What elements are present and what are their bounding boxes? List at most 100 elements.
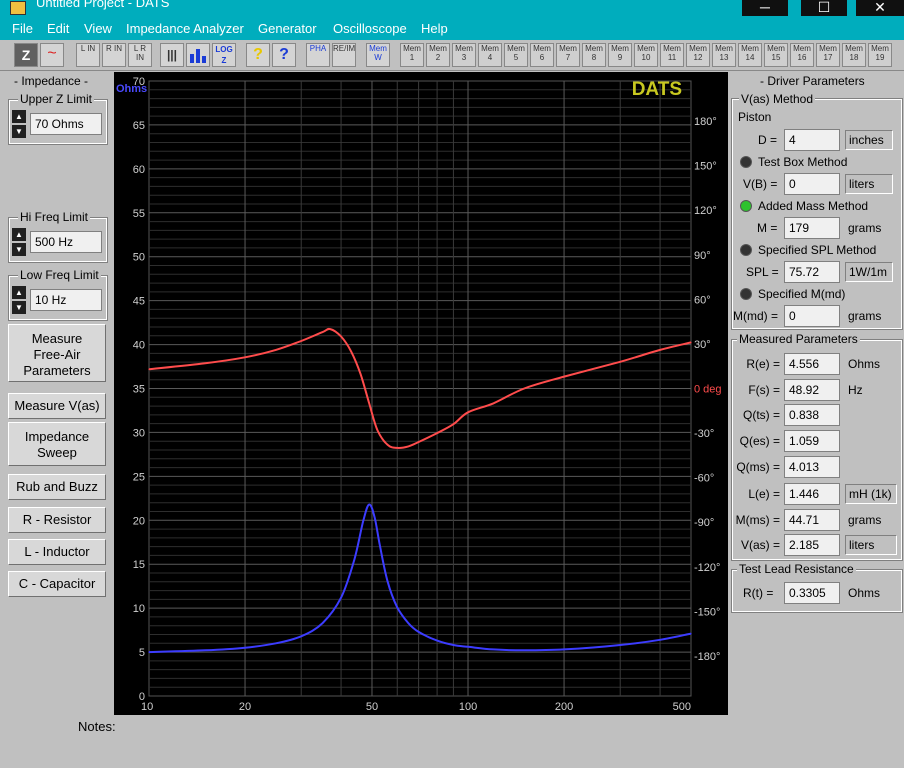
mem-slot-button[interactable]: Mem 12 [686, 43, 710, 67]
menu-oscilloscope[interactable]: Oscilloscope [333, 21, 407, 36]
impedance-sweep-button[interactable]: Impedance Sweep [8, 422, 106, 466]
inductor-button[interactable]: L - Inductor [8, 539, 106, 565]
low-freq-up-icon[interactable]: ▲ [12, 286, 26, 299]
resistor-button[interactable]: R - Resistor [8, 507, 106, 533]
phase-button[interactable]: PHA [306, 43, 330, 67]
impedance-chart: 0 5 10 15 20 25 30 35 40 45 50 55 60 65 70 Ohms 180° 150°… [114, 72, 728, 715]
mem-slot-button[interactable]: Mem 17 [816, 43, 840, 67]
mem-slot-button[interactable]: Mem 19 [868, 43, 892, 67]
close-button[interactable]: ✕ [856, 0, 904, 16]
phase-point [418, 441, 420, 443]
param-value[interactable]: 48.92 [784, 379, 840, 401]
chart-svg: 0510152025303540455055606570Ohms180°150°… [116, 76, 722, 713]
param-unit: mH (1k) [845, 484, 897, 504]
param-value[interactable]: 4.013 [784, 456, 840, 478]
phase-point [436, 432, 438, 434]
stereo-input-button[interactable]: L R IN [128, 43, 152, 67]
menu-view[interactable]: View [84, 21, 112, 36]
upper-z-field[interactable]: 70 Ohms [30, 113, 102, 135]
param-value[interactable]: 4.556 [784, 353, 840, 375]
menu-impedance-analyzer[interactable]: Impedance Analyzer [126, 21, 244, 36]
y-right-tick-label: -120° [694, 562, 720, 574]
rt-field[interactable]: 0.3305 [784, 582, 840, 604]
mmd-field[interactable]: 0 [784, 305, 840, 327]
mem-slot-button[interactable]: Mem 10 [634, 43, 658, 67]
phase-point [376, 429, 379, 431]
param-value[interactable]: 0.838 [784, 404, 840, 426]
mem-slot-button[interactable]: Mem 14 [738, 43, 762, 67]
impedance-point [523, 649, 525, 651]
phase-point [329, 328, 331, 330]
param-unit: grams [848, 513, 882, 527]
mem-slot-button[interactable]: Mem 3 [452, 43, 476, 67]
impedance-mode-button[interactable]: Z [14, 43, 38, 67]
left-input-button[interactable]: L IN [76, 43, 100, 67]
menu-file[interactable]: File [12, 21, 33, 36]
mem-slot-button[interactable]: Mem 18 [842, 43, 866, 67]
hi-freq-label: Hi Freq Limit [18, 210, 91, 224]
rub-and-buzz-button[interactable]: Rub and Buzz [8, 474, 106, 500]
spl-field[interactable]: 75.72 [784, 261, 840, 283]
help-icon[interactable]: ? [272, 43, 296, 67]
measure-free-air-button[interactable]: Measure Free-Air Parameters [8, 324, 106, 382]
param-value[interactable]: 44.71 [784, 509, 840, 531]
mem-slot-button[interactable]: Mem 9 [608, 43, 632, 67]
measure-vas-button[interactable]: Measure V(as) [8, 393, 106, 419]
low-freq-down-icon[interactable]: ▼ [12, 301, 26, 314]
capacitor-button[interactable]: C - Capacitor [8, 571, 106, 597]
spl-method-radio[interactable] [740, 244, 752, 256]
mem-slot-number: 1 [409, 53, 415, 62]
hi-freq-field[interactable]: 500 Hz [30, 231, 102, 253]
impedance-point [396, 606, 398, 608]
x-tick-label: 20 [239, 701, 251, 713]
phase-point [563, 376, 565, 378]
mmd-method-radio[interactable] [740, 288, 752, 300]
hi-freq-down-icon[interactable]: ▼ [12, 243, 26, 256]
bar-graph-button[interactable] [186, 43, 210, 67]
phase-point [467, 411, 469, 413]
menu-edit[interactable]: Edit [47, 21, 69, 36]
measured-parameters-header: Measured Parameters [737, 332, 860, 346]
param-label: V(as) = [740, 538, 780, 552]
minimize-button[interactable]: ─ [742, 0, 788, 16]
maximize-button[interactable]: ☐ [801, 0, 847, 16]
param-value[interactable]: 1.446 [784, 483, 840, 505]
vb-field[interactable]: 0 [784, 173, 840, 195]
re-im-button[interactable]: RE/IM [332, 43, 356, 67]
grid-lines-button[interactable]: ||| [160, 43, 184, 67]
mem-slot-button[interactable]: Mem 1 [400, 43, 424, 67]
mem-slot-button[interactable]: Mem 16 [790, 43, 814, 67]
mem-write-button[interactable]: Mem W [366, 43, 390, 67]
param-value[interactable]: 1.059 [784, 430, 840, 452]
mem-slot-button[interactable]: Mem 7 [556, 43, 580, 67]
mem-slot-button[interactable]: Mem 6 [530, 43, 554, 67]
log-z-button[interactable]: LOG Z [212, 43, 236, 67]
hi-freq-up-icon[interactable]: ▲ [12, 228, 26, 241]
param-value[interactable]: 2.185 [784, 534, 840, 556]
menu-generator[interactable]: Generator [258, 21, 317, 36]
d-field[interactable]: 4 [784, 129, 840, 151]
upper-z-down-icon[interactable]: ▼ [12, 125, 26, 138]
right-input-button[interactable]: R IN [102, 43, 126, 67]
impedance-point [362, 519, 365, 521]
m-field[interactable]: 179 [784, 217, 840, 239]
upper-z-up-icon[interactable]: ▲ [12, 110, 26, 123]
mem-slot-button[interactable]: Mem 15 [764, 43, 788, 67]
test-box-radio[interactable] [740, 156, 752, 168]
y-tick-label: 25 [133, 471, 145, 483]
mem-slot-button[interactable]: Mem 4 [478, 43, 502, 67]
sine-wave-icon[interactable]: ~ [40, 43, 64, 67]
low-freq-field[interactable]: 10 Hz [30, 289, 102, 311]
tip-bulb-icon[interactable]: ? [246, 43, 270, 67]
mem-slot-button[interactable]: Mem 13 [712, 43, 736, 67]
menu-help[interactable]: Help [421, 21, 448, 36]
mem-slot-number: 2 [435, 53, 441, 62]
param-label: R(e) = [746, 357, 780, 371]
mem-slot-button[interactable]: Mem 5 [504, 43, 528, 67]
mem-slot-button[interactable]: Mem 2 [426, 43, 450, 67]
mem-slot-button[interactable]: Mem 8 [582, 43, 606, 67]
mem-slot-label: Mem [403, 44, 421, 53]
added-mass-radio[interactable] [740, 200, 752, 212]
mem-slot-number: 3 [461, 53, 467, 62]
mem-slot-button[interactable]: Mem 11 [660, 43, 684, 67]
